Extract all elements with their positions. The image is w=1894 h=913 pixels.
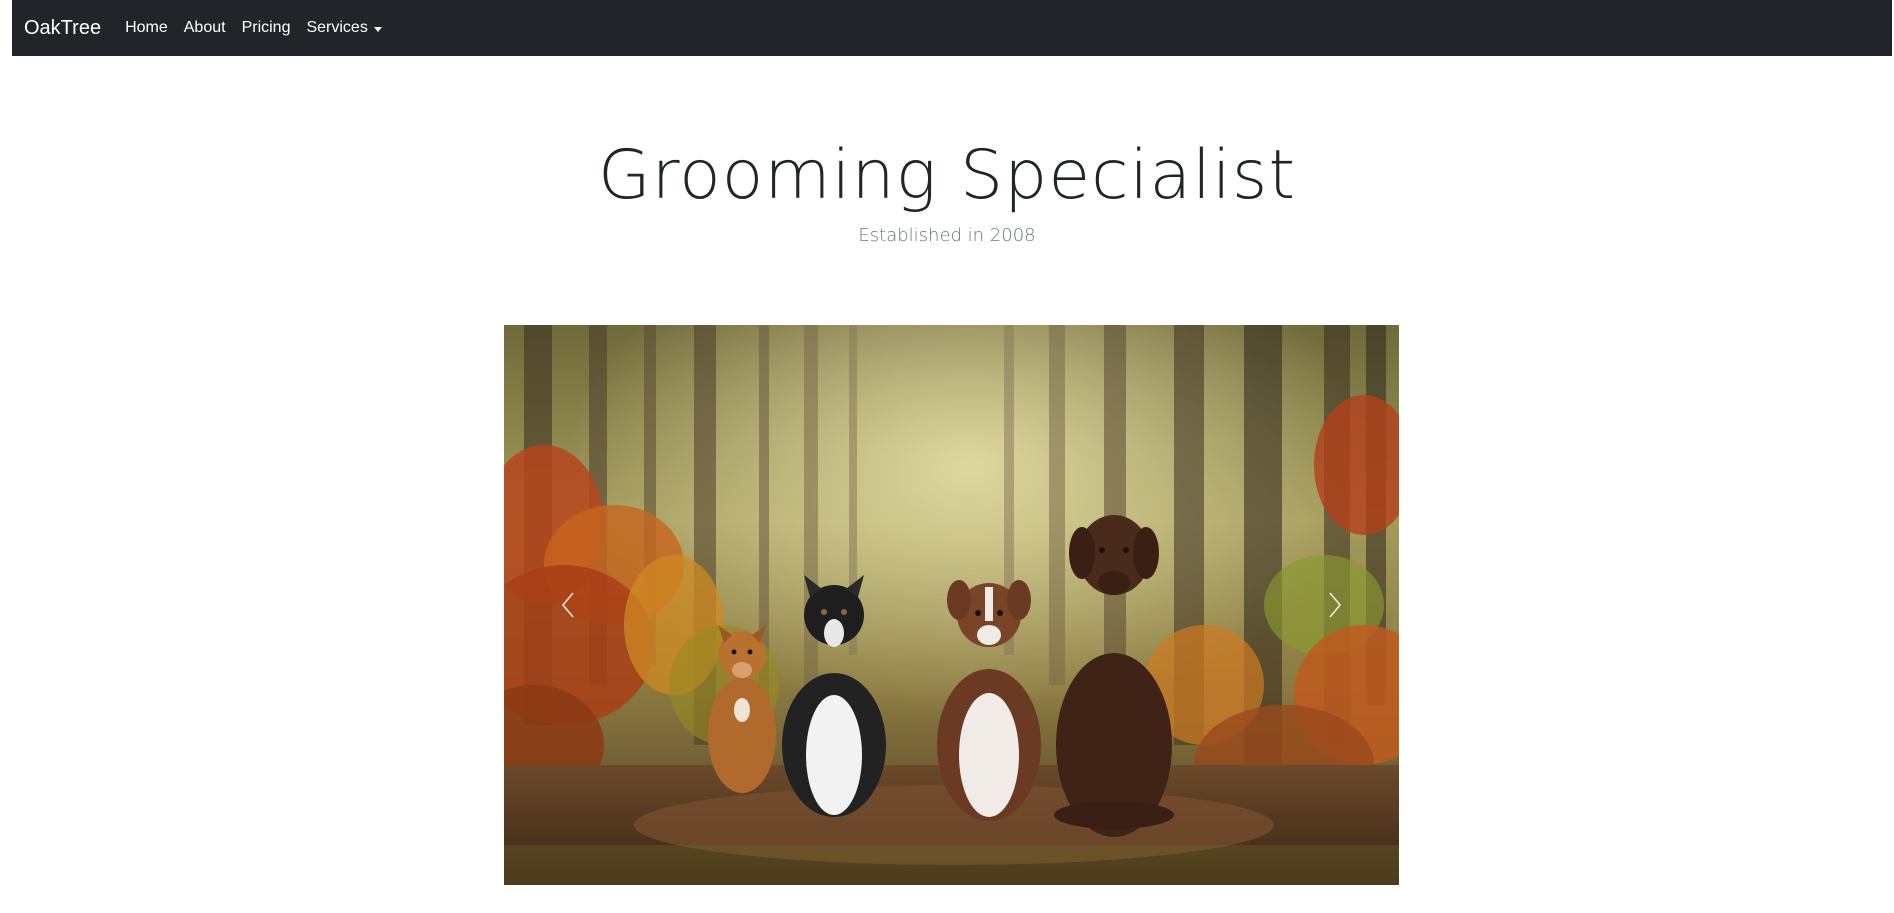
nav-links: Home About Pricing Services (125, 19, 382, 37)
page-subtitle: Established in 2008 (858, 224, 1036, 246)
carousel-prev-button[interactable] (504, 325, 634, 885)
hero: Grooming Specialist Established in 2008 (0, 135, 1894, 246)
nav-item-pricing[interactable]: Pricing (242, 19, 291, 37)
nav-item-services-dropdown[interactable]: Services (306, 19, 382, 37)
page-title: Grooming Specialist (597, 136, 1296, 215)
chevron-left-icon (561, 592, 574, 618)
carousel-next-button[interactable] (1269, 325, 1399, 885)
carousel-image (504, 325, 1399, 885)
navbar: OakTree Home About Pricing Services (12, 0, 1892, 56)
nav-item-about[interactable]: About (184, 19, 226, 37)
caret-down-icon (373, 26, 382, 32)
chevron-right-icon (1329, 592, 1342, 618)
nav-item-services-label: Services (306, 19, 368, 36)
brand-link[interactable]: OakTree (24, 17, 101, 40)
image-carousel (504, 325, 1399, 885)
nav-item-home[interactable]: Home (125, 19, 168, 37)
